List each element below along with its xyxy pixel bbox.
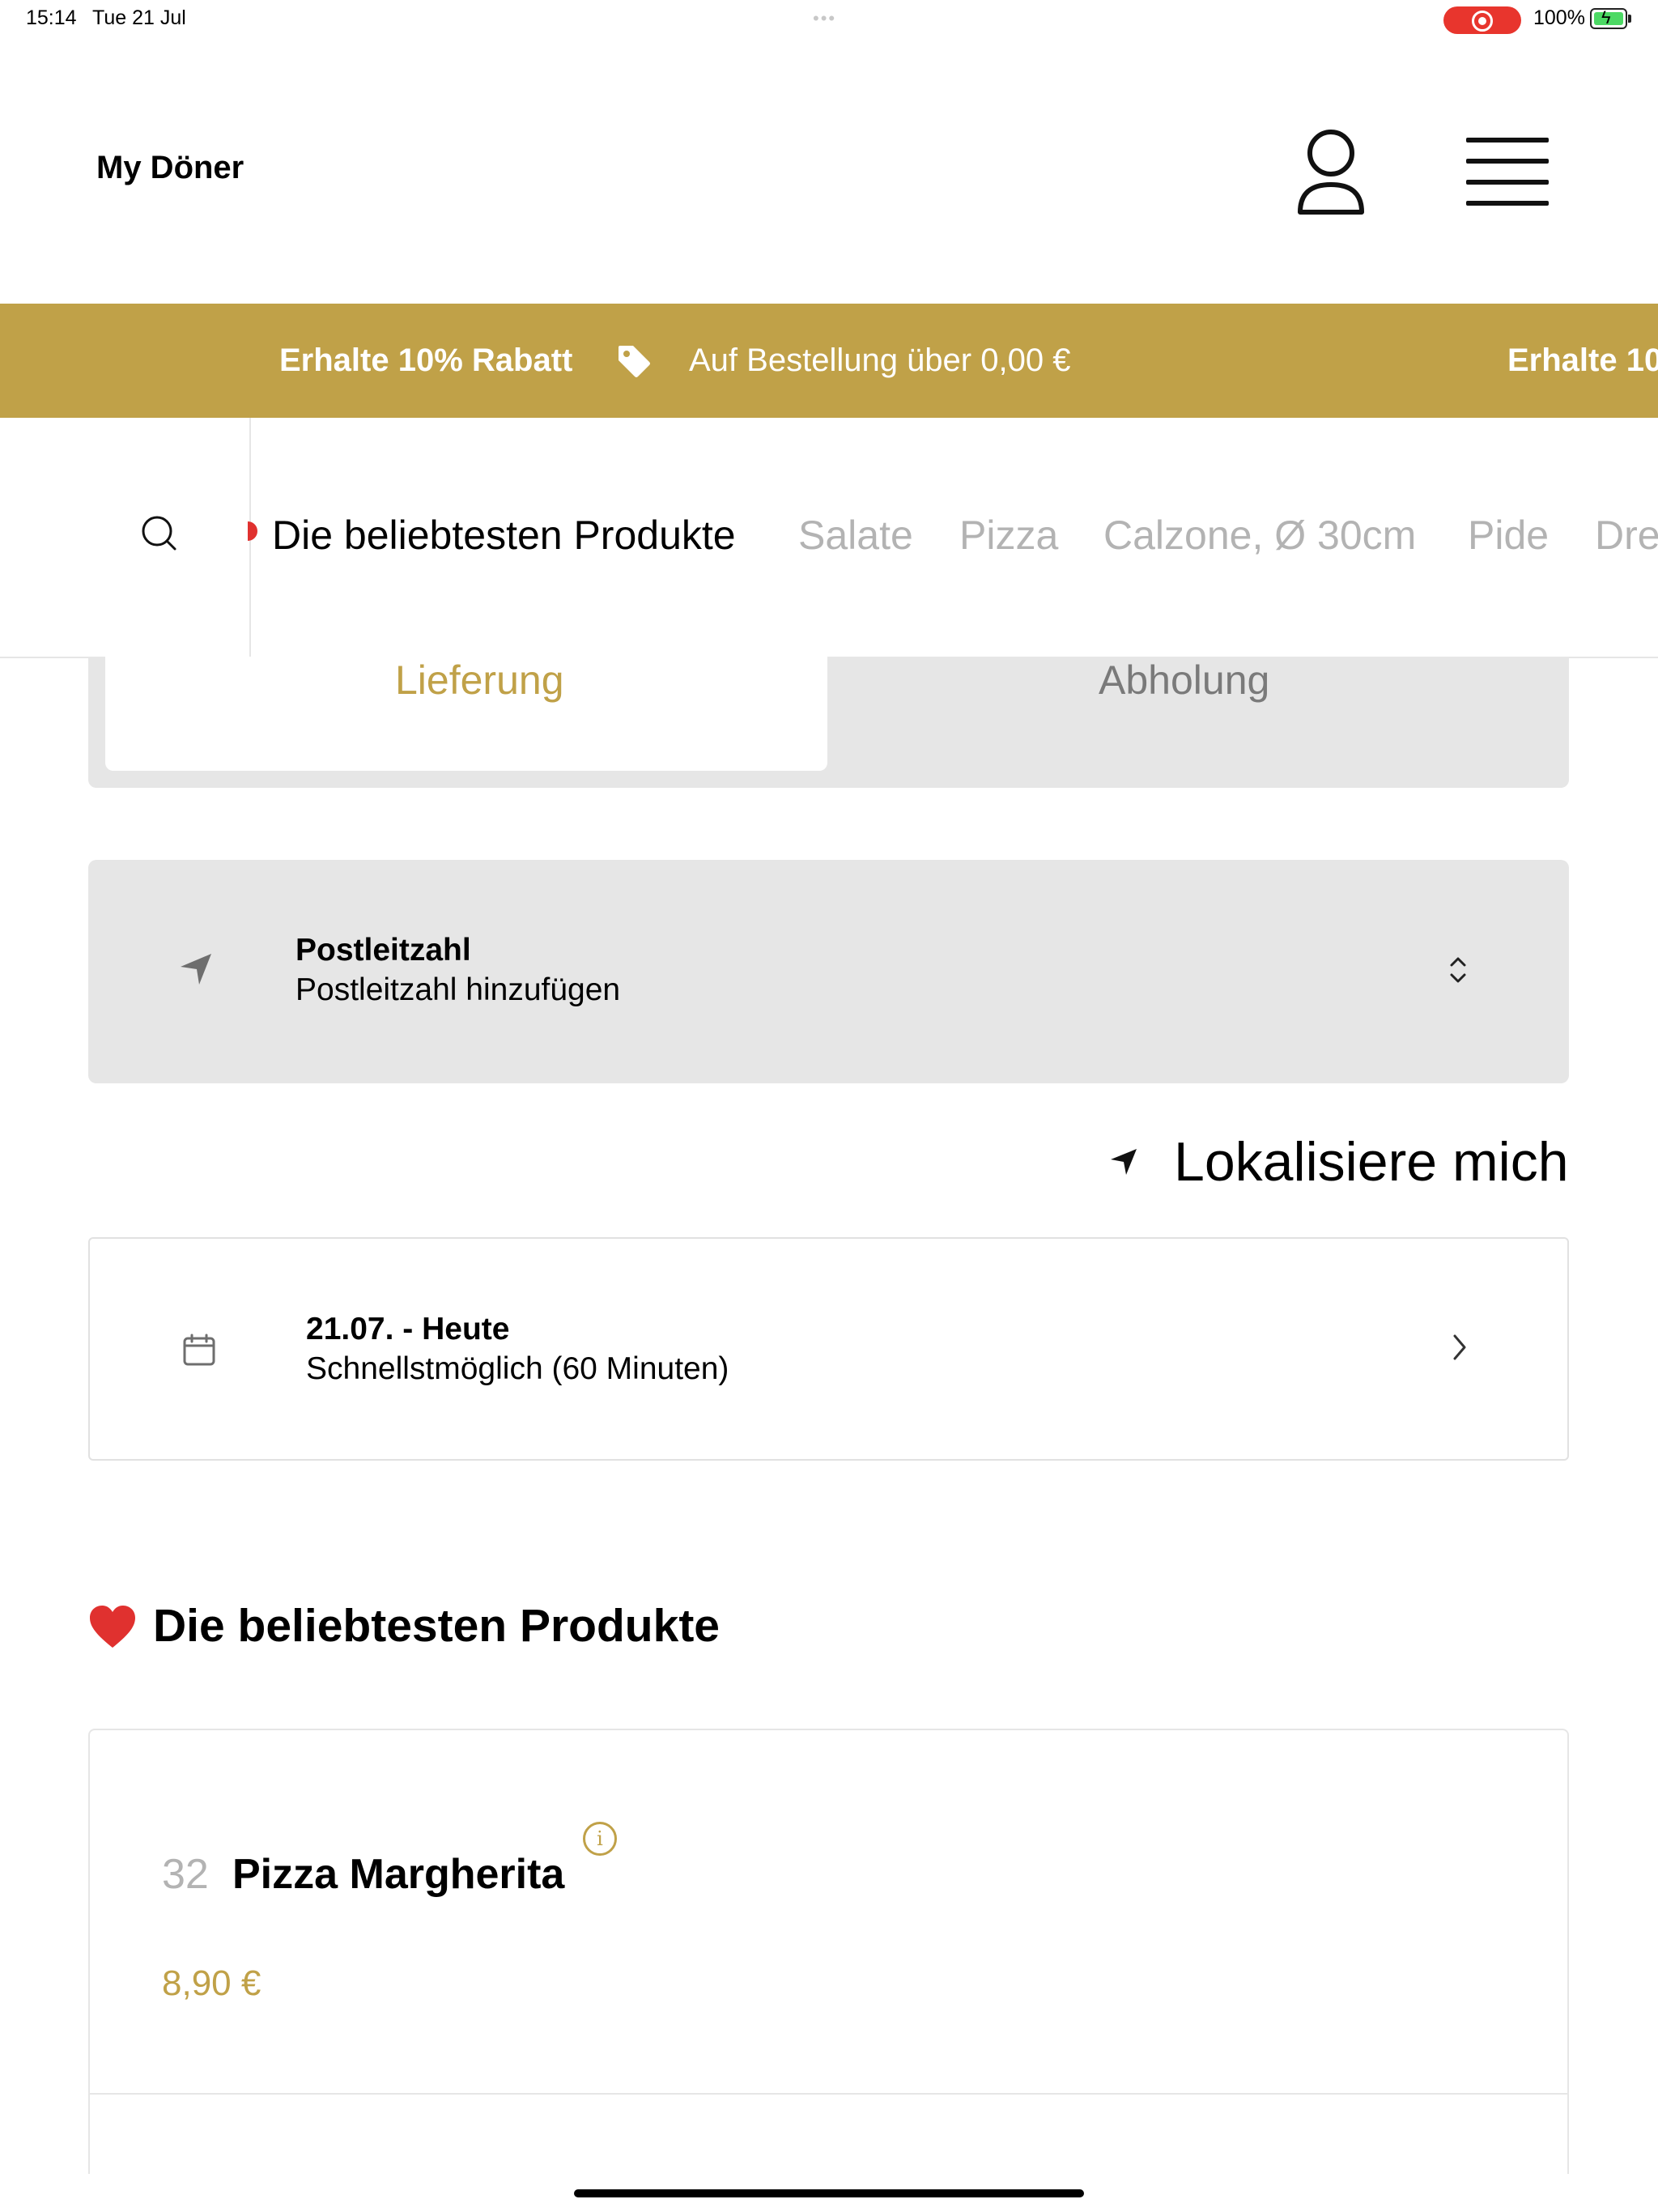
product-price: 8,90 € <box>162 1963 261 2003</box>
battery-tip <box>1628 15 1631 23</box>
section-title: Die beliebtesten Produkte <box>153 1600 721 1652</box>
home-indicator[interactable] <box>574 2189 1084 2197</box>
category-tab-pizza[interactable]: Pizza <box>959 512 1058 559</box>
promo-title: Erhalte 10% Rabatt <box>279 342 573 378</box>
schedule-time: Schnellstmöglich (60 Minuten) <box>306 1351 729 1386</box>
category-tab-pide[interactable]: Pide <box>1468 512 1549 559</box>
calendar-icon <box>183 1334 215 1366</box>
screen-recording-indicator[interactable] <box>1443 6 1521 34</box>
user-icon[interactable] <box>1295 126 1367 217</box>
battery-percentage: 100% <box>1533 6 1585 29</box>
promo-subtitle: Auf Bestellung über 0,00 € <box>689 342 1071 378</box>
delivery-label: Lieferung <box>395 657 564 703</box>
category-tab-salate[interactable]: Salate <box>798 512 913 559</box>
chevron-right-icon <box>1453 1334 1466 1360</box>
postcode-title: Postleitzahl <box>295 933 471 968</box>
search-icon <box>142 516 176 551</box>
status-time: 15:14 <box>26 6 77 29</box>
delivery-time-selector[interactable]: 21.07. - Heute Schnellstmöglich (60 Minu… <box>88 1237 1569 1461</box>
hamburger-icon[interactable] <box>1466 136 1549 206</box>
pickup-tab[interactable]: Abholung <box>1099 657 1269 704</box>
product-name: Pizza Margherita <box>232 1851 565 1898</box>
order-mode-toggle: Lieferung Abholung <box>88 657 1569 788</box>
status-date: Tue 21 Jul <box>92 6 186 29</box>
heart-icon <box>90 1606 135 1648</box>
battery-icon: ϟ <box>1590 7 1627 29</box>
category-tab-calzone[interactable]: Calzone, Ø 30cm <box>1103 512 1416 559</box>
postcode-selector[interactable]: Postleitzahl Postleitzahl hinzufügen <box>88 860 1569 1083</box>
heart-icon <box>248 521 257 541</box>
promo-banner: Erhalte 10% Rabatt Auf Bestellung über 0… <box>0 304 1658 418</box>
status-bar: 15:14 Tue 21 Jul ••• 100% ϟ <box>0 0 1658 39</box>
schedule-date: 21.07. - Heute <box>306 1312 510 1346</box>
product-card[interactable] <box>88 2093 1569 2174</box>
app-logo[interactable]: My Döner <box>96 150 244 186</box>
multitasking-dots[interactable]: ••• <box>813 8 836 29</box>
postcode-placeholder: Postleitzahl hinzufügen <box>295 972 621 1007</box>
promo-title-repeat: Erhalte 10 <box>1507 342 1658 378</box>
location-arrow-icon <box>1111 1149 1137 1175</box>
tag-icon <box>619 346 650 377</box>
info-icon[interactable]: i <box>583 1822 617 1856</box>
category-search-button[interactable] <box>0 418 251 657</box>
record-icon <box>1472 11 1493 32</box>
category-tab-more[interactable]: Dre <box>1595 512 1658 559</box>
location-arrow-icon <box>181 954 211 985</box>
product-card[interactable]: 32 Pizza Margherita i 8,90 € <box>88 1729 1569 2095</box>
delivery-tab[interactable]: Lieferung <box>105 657 827 771</box>
category-nav: Die beliebtesten Produkte Salate Pizza C… <box>0 418 1658 658</box>
category-tab-popular[interactable]: Die beliebtesten Produkte <box>272 512 736 559</box>
chevron-up-down-icon <box>1450 957 1466 983</box>
locate-me-label: Lokalisiere mich <box>1174 1131 1569 1193</box>
product-number: 32 <box>162 1851 209 1898</box>
